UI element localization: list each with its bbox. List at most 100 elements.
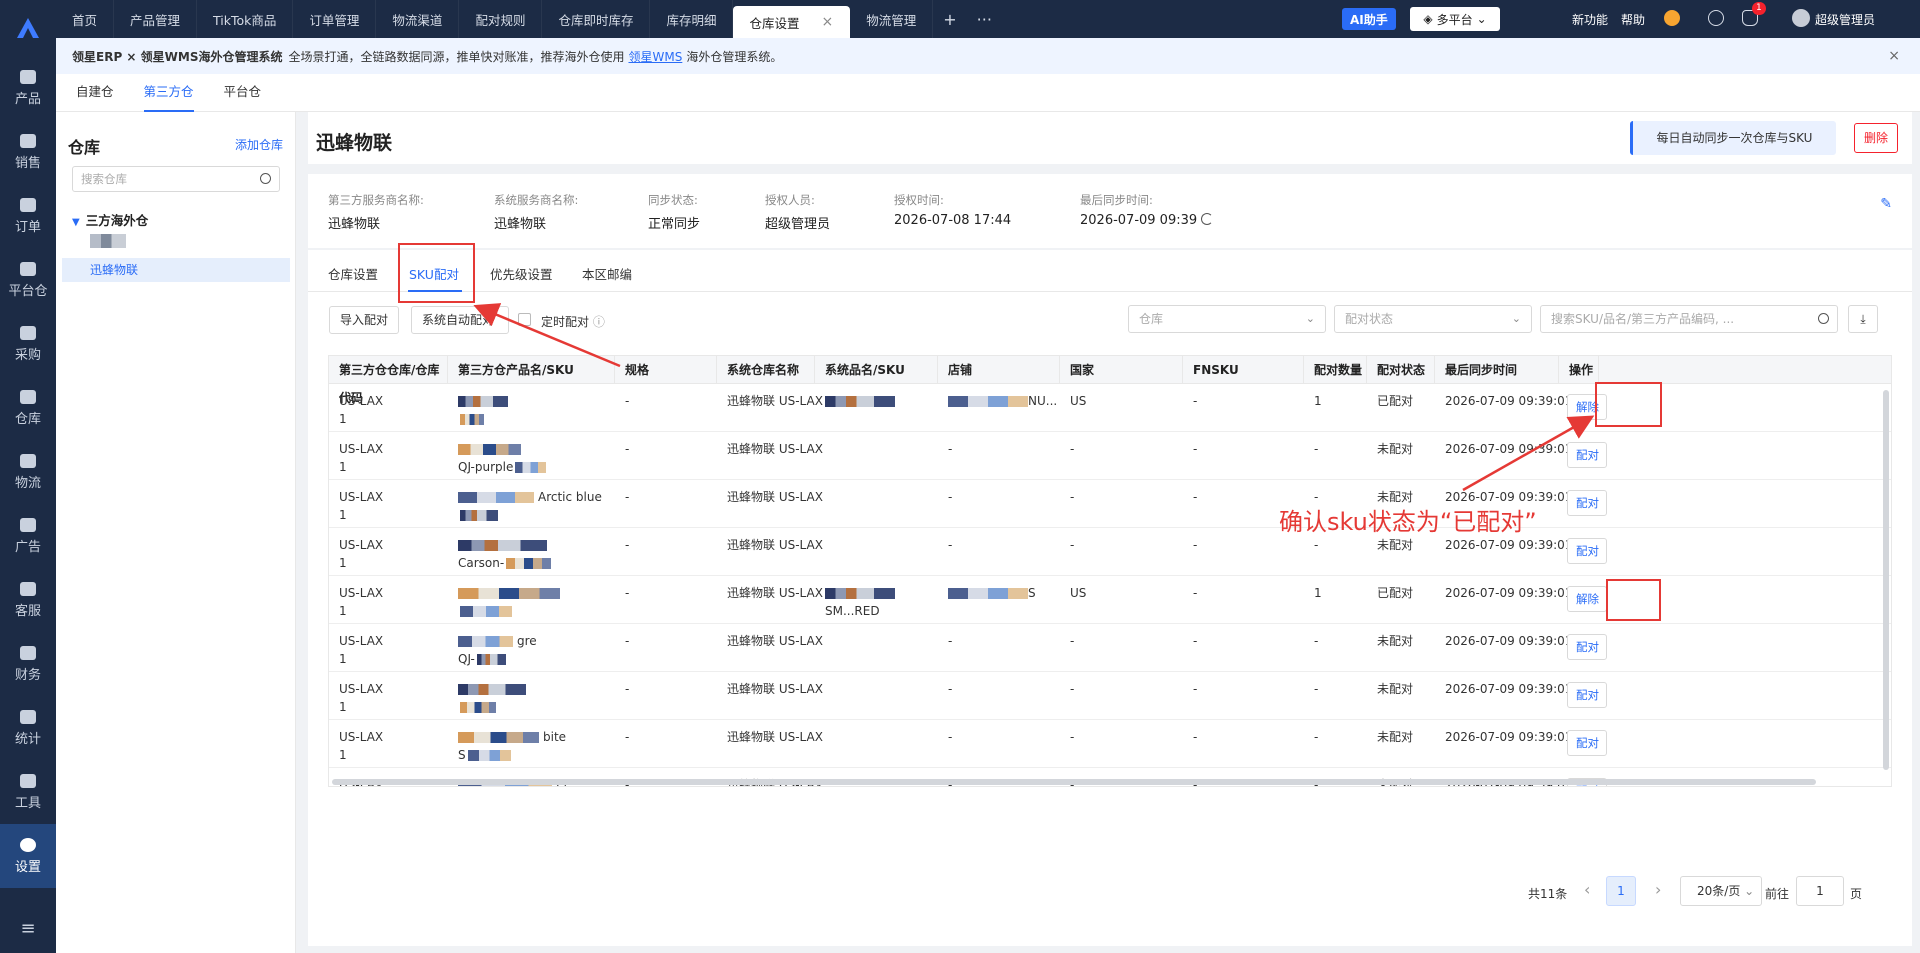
top-tab-9[interactable]: 物流管理 xyxy=(850,0,934,38)
rail-item-1[interactable]: 销售 xyxy=(0,120,56,184)
horizontal-scrollbar[interactable] xyxy=(332,779,1816,785)
new-feature-link[interactable]: 新功能 xyxy=(1572,11,1608,28)
pair-button[interactable]: 配对 xyxy=(1567,682,1607,708)
page-title: 迅蜂物联 xyxy=(316,132,393,154)
warehouse-select[interactable]: 仓库 ⌄ xyxy=(1128,305,1326,333)
rail-item-8[interactable]: 客服 xyxy=(0,568,56,632)
menu-icon[interactable]: ≡ xyxy=(0,918,56,939)
shop-cell: - xyxy=(938,632,952,650)
chevron-down-icon: ⌄ xyxy=(1744,884,1755,898)
rail-item-0[interactable]: 产品 xyxy=(0,56,56,120)
warehouse-code-cell: US-LAX 1 xyxy=(329,440,383,476)
top-tab-5[interactable]: 配对规则 xyxy=(459,0,543,38)
add-warehouse-link[interactable]: 添加仓库 xyxy=(235,136,283,153)
download-icon[interactable] xyxy=(1708,10,1724,26)
warehouse-search-input[interactable]: 搜索仓库 xyxy=(72,166,280,192)
top-tab-4[interactable]: 物流渠道 xyxy=(376,0,460,38)
close-tab-icon[interactable]: × xyxy=(822,14,834,30)
export-button[interactable]: ⤓ xyxy=(1848,305,1878,333)
refresh-icon[interactable] xyxy=(1201,213,1214,225)
field-last-sync: 最后同步时间: 2026-07-09 09:39 xyxy=(1080,192,1214,228)
rail-item-10[interactable]: 统计 xyxy=(0,696,56,760)
delete-button[interactable]: 删除 xyxy=(1854,123,1898,153)
pair-button[interactable]: 配对 xyxy=(1567,490,1607,516)
rail-item-4[interactable]: 采购 xyxy=(0,312,56,376)
fnsku-cell: - xyxy=(1193,490,1198,504)
product-name-cell xyxy=(448,584,615,620)
tab-third-party[interactable]: 第三方仓 xyxy=(143,74,194,112)
top-tab-1[interactable]: 产品管理 xyxy=(114,0,198,38)
app-logo[interactable] xyxy=(0,0,56,56)
warehouse-code: US-LAX xyxy=(339,586,384,600)
sku-search-input[interactable]: 搜索SKU/品名/第三方产品编码, ... xyxy=(1540,305,1838,333)
search-icon[interactable] xyxy=(260,173,271,184)
user-menu[interactable]: 超级管理员 xyxy=(1815,11,1875,28)
blurred-text xyxy=(825,588,895,599)
pair-qty-cell: - xyxy=(1314,634,1319,648)
more-tabs-button[interactable]: ··· xyxy=(967,10,1002,29)
blurred-text xyxy=(458,396,508,407)
top-tab-8[interactable]: 仓库设置 × xyxy=(733,6,851,38)
new-tab-button[interactable]: + xyxy=(933,10,966,29)
prev-page-button[interactable]: ‹ xyxy=(1584,880,1590,899)
pair-button[interactable]: 配对 xyxy=(1567,634,1607,660)
rail-item-6[interactable]: 物流 xyxy=(0,440,56,504)
timed-pairing-checkbox[interactable] xyxy=(518,313,531,326)
system-sku-cell xyxy=(815,392,895,410)
unpair-button[interactable]: 解除 xyxy=(1567,586,1607,612)
top-tab-3[interactable]: 订单管理 xyxy=(293,0,377,38)
help-link[interactable]: 帮助 xyxy=(1621,11,1645,28)
import-pairing-button[interactable]: 导入配对 xyxy=(329,306,400,334)
column-header: 店铺 xyxy=(938,356,1060,384)
edit-icon[interactable]: ✎ xyxy=(1880,196,1892,212)
tab-priority[interactable]: 优先级设置 xyxy=(490,264,553,283)
avatar[interactable] xyxy=(1792,9,1810,27)
auto-pairing-button[interactable]: 系统自动配对 xyxy=(411,306,509,334)
page-1-button[interactable]: 1 xyxy=(1606,876,1636,906)
sidebar-item-xunfeng[interactable]: 迅蜂物联 xyxy=(62,258,290,282)
top-tab-2[interactable]: TikTok商品 xyxy=(197,0,294,38)
table-row: US-LAX 1 QJ-purple - 迅蜂物联 US-LAX - - - - 未配对 2026-… xyxy=(329,432,1891,480)
blurred-text xyxy=(460,414,484,425)
ai-assistant-button[interactable]: AI助手 xyxy=(1342,8,1396,30)
rail-item-7[interactable]: 广告 xyxy=(0,504,56,568)
platform-select[interactable]: ◈ 多平台 ⌄ xyxy=(1410,7,1500,31)
tab-zipcode[interactable]: 本区邮编 xyxy=(582,264,632,283)
top-tab-6[interactable]: 仓库即时库存 xyxy=(542,0,651,38)
tree-group[interactable]: ▼ 三方海外仓 xyxy=(72,210,148,229)
vertical-scrollbar[interactable] xyxy=(1883,390,1889,770)
pair-button[interactable]: 配对 xyxy=(1567,442,1607,468)
info-icon[interactable]: ⓘ xyxy=(593,315,605,329)
goto-page-input[interactable]: 1 xyxy=(1796,876,1844,906)
page-size-select[interactable]: 20条/页 ⌄ xyxy=(1680,876,1762,906)
top-tab-0[interactable]: 首页 xyxy=(56,0,115,38)
caret-down-icon[interactable]: ▼ xyxy=(72,217,80,228)
rail-item-12[interactable]: 设置 xyxy=(0,824,56,888)
warehouse-code-cell: US-LAX 1 xyxy=(329,536,383,572)
rail-item-9[interactable]: 财务 xyxy=(0,632,56,696)
tab-platform[interactable]: 平台仓 xyxy=(224,74,262,112)
pair-button[interactable]: 配对 xyxy=(1567,730,1607,756)
wms-link[interactable]: 领星WMS xyxy=(628,48,682,65)
close-icon[interactable]: × xyxy=(1888,48,1900,64)
tab-self-built[interactable]: 自建仓 xyxy=(76,74,114,112)
next-page-button[interactable]: › xyxy=(1655,880,1661,899)
pair-button[interactable]: 配对 xyxy=(1567,538,1607,564)
pair-status-select[interactable]: 配对状态 ⌄ xyxy=(1334,305,1532,333)
blurred-text xyxy=(467,750,511,761)
warehouse-code-2: 1 xyxy=(339,748,347,762)
top-tab-7[interactable]: 库存明细 xyxy=(650,0,734,38)
rail-item-5[interactable]: 仓库 xyxy=(0,376,56,440)
search-icon[interactable] xyxy=(1818,313,1829,324)
rail-item-3[interactable]: 平台仓 xyxy=(0,248,56,312)
pair-qty-cell: - xyxy=(1314,538,1319,552)
system-warehouse-cell: 迅蜂物联 US-LAX xyxy=(727,442,823,456)
system-sku-cell: SM...RED xyxy=(815,584,895,620)
product-sku-text: S xyxy=(458,748,466,762)
rail-item-2[interactable]: 订单 xyxy=(0,184,56,248)
blurred-text xyxy=(458,444,521,455)
auto-sync-button[interactable]: 每日自动同步一次仓库与SKU xyxy=(1630,121,1836,155)
customer-service-icon[interactable] xyxy=(1664,10,1680,26)
rail-item-11[interactable]: 工具 xyxy=(0,760,56,824)
tab-warehouse-settings[interactable]: 仓库设置 xyxy=(328,264,378,283)
